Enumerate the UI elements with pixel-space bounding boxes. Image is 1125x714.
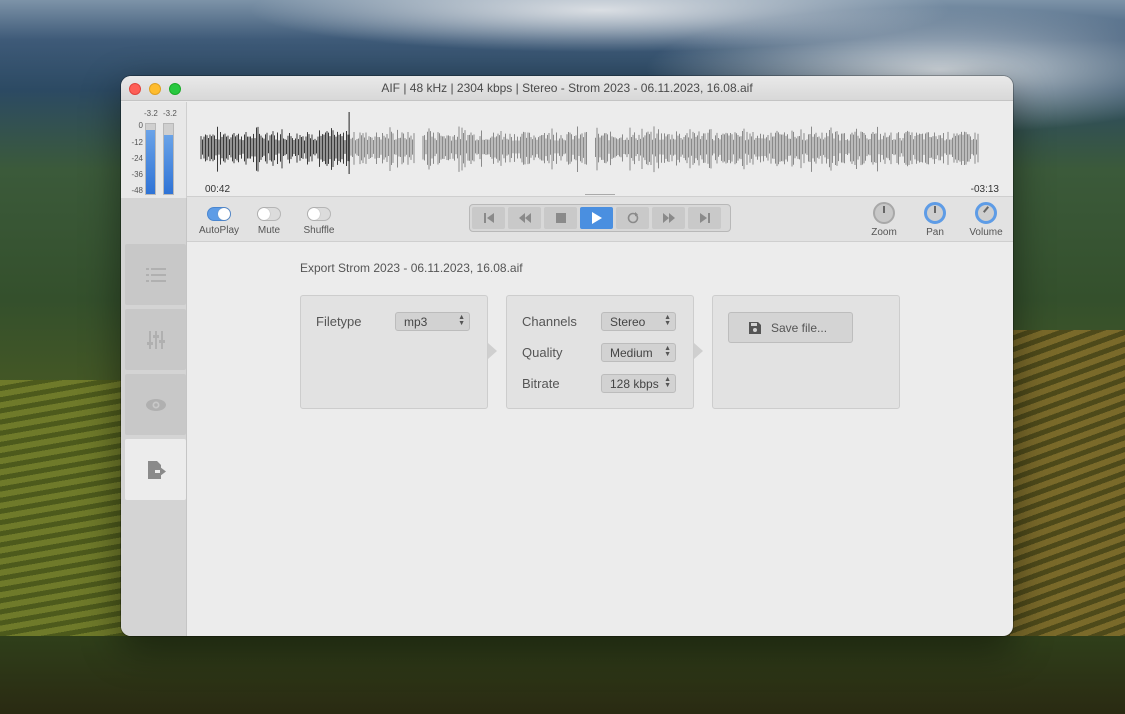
zoom-knob-group: Zoom xyxy=(864,202,904,238)
peak-right: -3.2 xyxy=(163,109,177,118)
play-button[interactable] xyxy=(580,207,613,229)
fast-forward-icon xyxy=(662,213,675,223)
db-tick: -36 xyxy=(131,170,143,179)
elapsed-time: 00:42 xyxy=(205,184,231,195)
stop-button[interactable] xyxy=(544,207,577,229)
quality-select[interactable]: Medium ▲ ▼ xyxy=(601,343,676,362)
rewind-icon xyxy=(518,213,531,223)
channels-label: Channels xyxy=(522,314,577,329)
level-meters: -3.2 -3.2 0 -12 -24 -36 -48 xyxy=(121,102,187,198)
meter-right-fill xyxy=(164,134,173,194)
filetype-select[interactable]: mp3 ▲ ▼ xyxy=(395,312,470,331)
db-tick: 0 xyxy=(138,121,143,130)
sidebar-item-visualizer[interactable] xyxy=(125,374,186,435)
shuffle-label: Shuffle xyxy=(303,225,335,236)
volume-label: Volume xyxy=(969,227,1003,238)
remaining-time: -03:13 xyxy=(970,184,999,195)
meter-left-fill xyxy=(146,129,155,194)
peak-left: -3.2 xyxy=(144,109,158,118)
meter-right xyxy=(163,123,174,195)
skip-back-button[interactable] xyxy=(472,207,505,229)
channels-select[interactable]: Stereo ▲ ▼ xyxy=(601,312,676,331)
control-bar: AutoPlay Mute Shuffle Zoom Pan Volume xyxy=(187,196,1013,242)
title-bar: AIF | 48 kHz | 2304 kbps | Stereo - Stro… xyxy=(121,76,1013,101)
meter-left xyxy=(145,123,156,195)
export-icon xyxy=(147,460,166,479)
db-tick: -24 xyxy=(131,154,143,163)
quality-value: Medium xyxy=(610,346,653,360)
sliders-icon xyxy=(146,330,165,349)
floppy-disk-icon xyxy=(749,321,761,334)
zoom-knob[interactable] xyxy=(873,202,895,224)
window-title: AIF | 48 kHz | 2304 kbps | Stereo - Stro… xyxy=(381,81,753,95)
pan-label: Pan xyxy=(926,227,944,238)
eye-icon xyxy=(145,398,166,411)
select-arrows-icon: ▲ ▼ xyxy=(458,314,465,327)
play-icon xyxy=(591,212,602,224)
skip-forward-icon xyxy=(699,213,710,223)
mute-toggle[interactable] xyxy=(257,207,281,221)
quality-label: Quality xyxy=(522,345,563,360)
step-arrow-2 xyxy=(694,343,703,359)
shuffle-toggle-group: Shuffle xyxy=(289,207,349,236)
save-file-label: Save file... xyxy=(771,320,828,335)
sidebar-item-effects[interactable] xyxy=(125,309,186,370)
db-tick: -12 xyxy=(131,138,143,147)
select-arrows-icon: ▲ ▼ xyxy=(664,345,671,358)
transport-controls xyxy=(469,204,731,232)
volume-knob-group: Volume xyxy=(966,202,1006,238)
repeat-button[interactable] xyxy=(616,207,649,229)
waveform-view[interactable]: 00:42 -03:13 xyxy=(187,102,1013,198)
skip-forward-button[interactable] xyxy=(688,207,721,229)
stop-icon xyxy=(555,213,566,223)
rewind-button[interactable] xyxy=(508,207,541,229)
step-arrow-1 xyxy=(488,343,497,359)
bitrate-label: Bitrate xyxy=(522,376,560,391)
pan-knob[interactable] xyxy=(924,202,946,224)
repeat-icon xyxy=(627,212,638,224)
export-title: Export Strom 2023 - 06.11.2023, 16.08.ai… xyxy=(300,261,523,275)
zoom-label: Zoom xyxy=(871,227,897,238)
channels-box: Channels Stereo ▲ ▼ Quality Medium ▲ ▼ Bit… xyxy=(506,295,694,409)
waveform[interactable] xyxy=(199,112,989,174)
select-arrows-icon: ▲ ▼ xyxy=(664,314,671,327)
bitrate-select[interactable]: 128 kbps ▲ ▼ xyxy=(601,374,676,393)
bitrate-value: 128 kbps xyxy=(610,377,659,391)
fast-forward-button[interactable] xyxy=(652,207,685,229)
pan-knob-group: Pan xyxy=(915,202,955,238)
select-arrows-icon: ▲ ▼ xyxy=(664,376,671,389)
sidebar-item-export[interactable] xyxy=(125,439,186,500)
filetype-value: mp3 xyxy=(404,315,428,329)
channels-value: Stereo xyxy=(610,315,646,329)
save-file-button[interactable]: Save file... xyxy=(728,312,853,343)
autoplay-toggle[interactable] xyxy=(207,207,231,221)
db-tick: -48 xyxy=(131,186,143,195)
filetype-label: Filetype xyxy=(316,314,362,329)
volume-knob[interactable] xyxy=(975,202,997,224)
shuffle-toggle[interactable] xyxy=(307,207,331,221)
skip-back-icon xyxy=(483,213,494,223)
sidebar-item-playlist[interactable] xyxy=(125,244,186,305)
list-icon xyxy=(145,267,166,282)
sidebar xyxy=(121,198,187,636)
filetype-box: Filetype mp3 ▲ ▼ xyxy=(300,295,488,409)
desktop-foreground xyxy=(0,636,1125,714)
